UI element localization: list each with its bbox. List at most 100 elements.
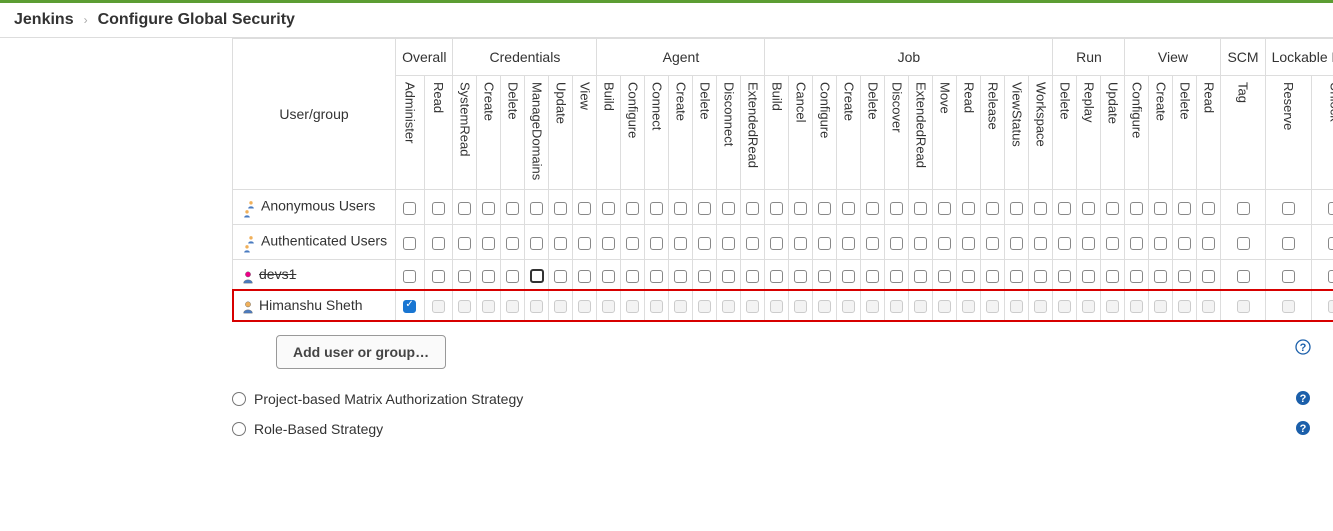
perm-checkbox[interactable]	[650, 270, 663, 283]
perm-checkbox[interactable]	[1282, 237, 1295, 250]
perm-checkbox[interactable]	[626, 270, 639, 283]
perm-checkbox[interactable]	[1178, 270, 1191, 283]
perm-checkbox[interactable]	[1058, 202, 1071, 215]
perm-checkbox[interactable]	[962, 237, 975, 250]
perm-checkbox[interactable]	[578, 237, 591, 250]
perm-checkbox[interactable]	[403, 202, 416, 215]
strategy-radio[interactable]	[232, 422, 246, 436]
perm-checkbox[interactable]	[432, 270, 445, 283]
perm-checkbox[interactable]	[770, 270, 783, 283]
perm-checkbox[interactable]	[890, 270, 903, 283]
perm-checkbox[interactable]	[530, 300, 543, 313]
perm-checkbox[interactable]	[746, 270, 759, 283]
perm-checkbox[interactable]	[458, 202, 471, 215]
perm-checkbox[interactable]	[986, 237, 999, 250]
perm-checkbox[interactable]	[530, 237, 543, 250]
perm-checkbox[interactable]	[746, 237, 759, 250]
perm-checkbox[interactable]	[1202, 237, 1215, 250]
perm-checkbox[interactable]	[1154, 237, 1167, 250]
perm-checkbox[interactable]	[530, 202, 543, 215]
perm-checkbox[interactable]	[1237, 300, 1250, 313]
perm-checkbox[interactable]	[890, 237, 903, 250]
perm-checkbox[interactable]	[1328, 300, 1333, 313]
perm-checkbox[interactable]	[866, 270, 879, 283]
perm-checkbox[interactable]	[506, 237, 519, 250]
perm-checkbox[interactable]	[722, 237, 735, 250]
perm-checkbox[interactable]	[938, 270, 951, 283]
perm-checkbox[interactable]	[842, 237, 855, 250]
perm-checkbox[interactable]	[746, 300, 759, 313]
perm-checkbox[interactable]	[1178, 237, 1191, 250]
add-user-or-group-button[interactable]: Add user or group…	[276, 335, 446, 369]
perm-checkbox[interactable]	[602, 300, 615, 313]
perm-checkbox[interactable]	[1010, 237, 1023, 250]
perm-checkbox[interactable]	[482, 300, 495, 313]
help-icon[interactable]: ?	[1295, 339, 1311, 358]
perm-checkbox[interactable]	[482, 270, 495, 283]
perm-checkbox[interactable]	[554, 300, 567, 313]
perm-checkbox[interactable]	[674, 300, 687, 313]
perm-checkbox[interactable]	[1130, 270, 1143, 283]
perm-checkbox[interactable]	[578, 202, 591, 215]
perm-checkbox[interactable]	[1106, 202, 1119, 215]
perm-checkbox[interactable]	[1082, 237, 1095, 250]
perm-checkbox[interactable]	[650, 300, 663, 313]
perm-checkbox[interactable]	[602, 237, 615, 250]
perm-checkbox[interactable]	[674, 202, 687, 215]
perm-checkbox[interactable]	[1282, 270, 1295, 283]
perm-checkbox[interactable]	[602, 270, 615, 283]
perm-checkbox[interactable]	[1328, 237, 1333, 250]
perm-checkbox[interactable]	[1034, 300, 1047, 313]
perm-checkbox[interactable]	[482, 237, 495, 250]
perm-checkbox[interactable]	[770, 202, 783, 215]
perm-checkbox[interactable]	[1237, 270, 1250, 283]
perm-checkbox[interactable]	[1328, 202, 1333, 215]
perm-checkbox[interactable]	[914, 300, 927, 313]
perm-checkbox[interactable]	[1010, 300, 1023, 313]
perm-checkbox[interactable]	[578, 300, 591, 313]
perm-checkbox[interactable]	[626, 237, 639, 250]
perm-checkbox[interactable]	[578, 270, 591, 283]
perm-checkbox[interactable]	[1202, 270, 1215, 283]
perm-checkbox[interactable]	[482, 202, 495, 215]
perm-checkbox[interactable]	[962, 300, 975, 313]
perm-checkbox[interactable]	[1058, 237, 1071, 250]
perm-checkbox[interactable]	[842, 270, 855, 283]
perm-checkbox[interactable]	[1237, 237, 1250, 250]
perm-checkbox[interactable]	[938, 300, 951, 313]
perm-checkbox[interactable]	[1106, 237, 1119, 250]
perm-checkbox[interactable]	[770, 237, 783, 250]
perm-checkbox[interactable]	[1154, 270, 1167, 283]
perm-checkbox[interactable]	[722, 202, 735, 215]
perm-checkbox[interactable]	[818, 202, 831, 215]
perm-checkbox[interactable]	[722, 270, 735, 283]
perm-checkbox[interactable]	[1237, 202, 1250, 215]
perm-checkbox[interactable]	[650, 202, 663, 215]
perm-checkbox[interactable]	[1282, 300, 1295, 313]
perm-checkbox[interactable]	[938, 202, 951, 215]
perm-checkbox[interactable]	[1010, 270, 1023, 283]
perm-checkbox[interactable]	[914, 202, 927, 215]
breadcrumb-home-link[interactable]: Jenkins	[14, 11, 74, 29]
perm-checkbox[interactable]	[554, 202, 567, 215]
perm-checkbox[interactable]	[674, 237, 687, 250]
help-icon[interactable]: ?	[1295, 390, 1311, 409]
perm-checkbox[interactable]	[554, 237, 567, 250]
perm-checkbox[interactable]	[1328, 270, 1333, 283]
perm-checkbox[interactable]	[1082, 270, 1095, 283]
perm-checkbox[interactable]	[650, 237, 663, 250]
help-icon[interactable]: ?	[1295, 420, 1311, 439]
perm-checkbox[interactable]	[674, 270, 687, 283]
perm-checkbox[interactable]	[1154, 300, 1167, 313]
perm-checkbox[interactable]	[1034, 237, 1047, 250]
perm-checkbox[interactable]	[986, 270, 999, 283]
perm-checkbox[interactable]	[626, 300, 639, 313]
perm-checkbox[interactable]	[506, 202, 519, 215]
perm-checkbox[interactable]	[403, 300, 416, 313]
perm-checkbox[interactable]	[1202, 202, 1215, 215]
perm-checkbox[interactable]	[1034, 270, 1047, 283]
perm-checkbox[interactable]	[1282, 202, 1295, 215]
perm-checkbox[interactable]	[432, 202, 445, 215]
perm-checkbox[interactable]	[722, 300, 735, 313]
perm-checkbox[interactable]	[432, 300, 445, 313]
